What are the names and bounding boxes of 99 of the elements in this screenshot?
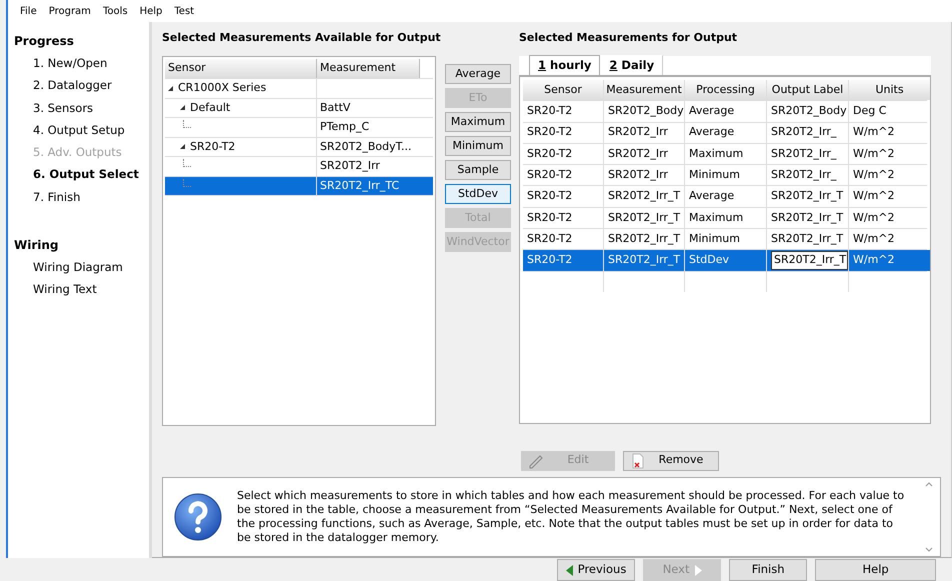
sidebar-item[interactable]: 4. Output Setup bbox=[14, 120, 149, 142]
table-cell[interactable]: SR20-T2 bbox=[523, 101, 603, 122]
sidebar-item[interactable]: 3. Sensors bbox=[14, 98, 149, 120]
sidebar-item[interactable]: 1. New/Open bbox=[14, 53, 149, 76]
table-cell[interactable]: W/m^2 bbox=[849, 144, 930, 164]
table-cell[interactable]: SR20T2_Irr bbox=[604, 165, 684, 186]
sidebar-item[interactable]: 6. Output Select bbox=[14, 164, 149, 186]
panel-title: Selected Measurements Available for Output bbox=[162, 30, 441, 46]
help-button[interactable]: Help bbox=[815, 559, 936, 581]
panel-title: Selected Measurements for Output bbox=[519, 30, 738, 46]
column-header[interactable]: Measurement bbox=[604, 80, 684, 100]
right-arrow-icon bbox=[694, 564, 702, 576]
table-cell[interactable]: SR20-T2 bbox=[523, 186, 603, 207]
table-cell[interactable]: Minimum bbox=[685, 165, 766, 186]
menu-item[interactable]: File bbox=[20, 4, 37, 18]
table-cell[interactable]: Deg C bbox=[849, 101, 930, 122]
expand-icon[interactable] bbox=[179, 104, 186, 112]
remove-button[interactable]: Remove bbox=[623, 450, 719, 471]
table-cell[interactable]: SR20T2_Irr bbox=[604, 122, 684, 143]
sidebar-item[interactable]: 2. Datalogger bbox=[14, 75, 149, 98]
tree-row[interactable]: CR1000X Series bbox=[165, 79, 433, 98]
processing-button[interactable]: StdDev bbox=[445, 184, 511, 204]
previous-button[interactable]: Previous bbox=[556, 559, 636, 581]
table-cell[interactable]: StdDev bbox=[685, 250, 766, 271]
sidebar-item[interactable]: 7. Finish bbox=[14, 186, 149, 209]
column-header[interactable]: Output Label bbox=[767, 80, 848, 100]
tree-line bbox=[183, 178, 191, 187]
sidebar-item[interactable]: Wiring Diagram bbox=[14, 256, 149, 279]
column-header[interactable]: Sensor bbox=[165, 59, 317, 78]
left-arrow-icon bbox=[566, 564, 573, 576]
table-cell[interactable]: SR20T2_Irr_ bbox=[767, 144, 848, 164]
menu-item[interactable]: Program bbox=[48, 4, 91, 18]
table-cell[interactable]: SR20T2_Irr_T bbox=[767, 229, 848, 250]
table-cell[interactable]: SR20-T2 bbox=[523, 229, 603, 250]
table-cell[interactable]: SR20-T2 bbox=[523, 250, 603, 271]
table-cell[interactable]: Average bbox=[685, 186, 766, 207]
table-cell[interactable]: SR20T2_Irr_ bbox=[767, 122, 848, 143]
table-cell[interactable]: SR20T2_Irr_T bbox=[604, 208, 684, 228]
sidebar-item[interactable]: Wiring Text bbox=[14, 279, 149, 302]
table-tab[interactable]: 1 hourly bbox=[529, 54, 600, 75]
table-cell[interactable]: SR20T2_Irr_T bbox=[604, 229, 684, 250]
processing-button[interactable]: Average bbox=[445, 64, 511, 84]
measurement-label: PTemp_C bbox=[320, 119, 370, 135]
tree-row[interactable]: SR20-T2 SR20T2_BodyT... bbox=[165, 138, 433, 157]
column-header[interactable]: Sensor bbox=[523, 80, 603, 100]
table-cell[interactable]: SR20T2_Irr bbox=[604, 144, 684, 164]
column-header[interactable]: Measurement bbox=[317, 59, 420, 78]
pencil-icon bbox=[528, 452, 544, 469]
tree-label: CR1000X Series bbox=[178, 80, 266, 96]
processing-button[interactable]: Sample bbox=[445, 160, 511, 180]
table-cell[interactable]: SR20T2_Body bbox=[767, 101, 848, 122]
tree-line bbox=[183, 120, 191, 128]
tree-label: Default bbox=[190, 100, 230, 116]
tree-row[interactable]: SR20T2_Irr_TC bbox=[165, 176, 433, 196]
table-cell[interactable]: W/m^2 bbox=[849, 122, 930, 143]
table-cell[interactable]: Maximum bbox=[685, 144, 766, 164]
tree-label: SR20-T2 bbox=[190, 138, 236, 154]
table-cell[interactable]: SR20-T2 bbox=[523, 144, 603, 164]
table-cell[interactable]: W/m^2 bbox=[849, 250, 930, 271]
menu-item[interactable]: Test bbox=[174, 4, 194, 18]
table-cell[interactable]: W/m^2 bbox=[849, 186, 930, 207]
expand-icon[interactable] bbox=[167, 84, 174, 92]
table-cell[interactable]: SR20-T2 bbox=[523, 165, 603, 186]
column-header[interactable]: Processing bbox=[685, 80, 766, 100]
help-text: Select which measurements to store in which tables and how each measurement should be processed. For each value to be stored in the table, choose a measurement from “Selected Measurements Available for Output.” Next, select one of the processing functions, such as Average, Sample, etc. Note that the output tables must be set up in order for data to be stored in the datalogger memory. bbox=[237, 488, 906, 545]
menu-item[interactable]: Help bbox=[140, 4, 162, 18]
tree-row[interactable]: PTemp_C bbox=[165, 118, 433, 138]
table-cell[interactable]: SR20T2_Irr_ bbox=[767, 165, 848, 186]
measurement-label: BattV bbox=[320, 100, 350, 116]
menu-item[interactable]: Tools bbox=[102, 4, 128, 18]
table-cell[interactable]: W/m^2 bbox=[849, 229, 930, 250]
table-cell[interactable]: SR20T2_Irr_T bbox=[767, 208, 848, 228]
page-icon bbox=[630, 452, 646, 469]
expand-icon[interactable] bbox=[179, 143, 186, 150]
table-cell[interactable]: Minimum bbox=[685, 229, 766, 250]
table-cell[interactable]: SR20T2_Body bbox=[604, 101, 684, 122]
finish-button[interactable]: Finish bbox=[729, 559, 808, 581]
section-heading: Wiring bbox=[14, 236, 60, 254]
measurement-label: SR20T2_BodyT... bbox=[320, 138, 412, 155]
table-cell[interactable]: W/m^2 bbox=[849, 165, 930, 186]
processing-button[interactable]: Minimum bbox=[445, 136, 511, 156]
column-header[interactable]: Units bbox=[849, 80, 930, 100]
table-cell[interactable]: Average bbox=[685, 101, 766, 122]
tree-line bbox=[183, 159, 191, 168]
help-icon bbox=[173, 492, 223, 542]
table-cell[interactable]: SR20-T2 bbox=[523, 208, 603, 228]
tree-row[interactable]: Default BattV bbox=[165, 98, 433, 118]
table-cell[interactable]: Maximum bbox=[685, 208, 766, 228]
table-tab[interactable]: 2 Daily bbox=[600, 54, 664, 75]
table-cell[interactable]: SR20T2_Irr_T bbox=[604, 250, 684, 271]
table-cell[interactable]: Average bbox=[685, 122, 766, 143]
table-cell[interactable]: SR20T2_Irr_T bbox=[604, 186, 684, 207]
table-cell[interactable]: W/m^2 bbox=[849, 208, 930, 228]
processing-button[interactable]: Maximum bbox=[445, 112, 511, 132]
table-cell[interactable]: SR20-T2 bbox=[523, 122, 603, 143]
section-heading: Progress bbox=[14, 33, 75, 50]
table-cell[interactable]: SR20T2_Irr_T bbox=[767, 186, 848, 207]
measurement-label: SR20T2_Irr_TC bbox=[320, 178, 400, 194]
measurement-label: SR20T2_Irr bbox=[320, 158, 380, 174]
